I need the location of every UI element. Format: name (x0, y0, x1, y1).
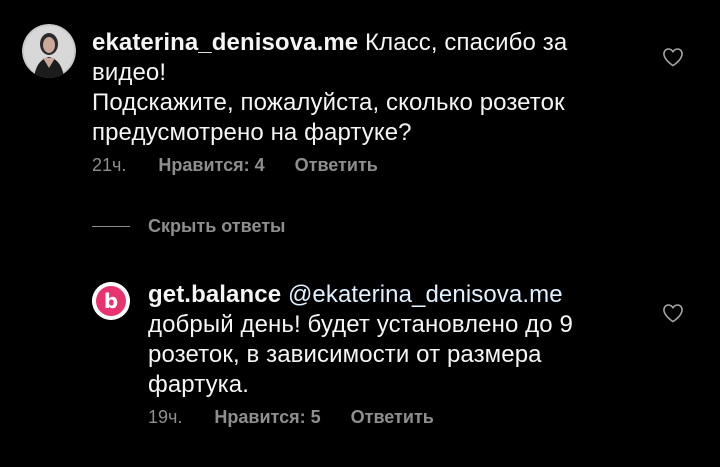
reply-text-line: розеток, в зависимости от размера (148, 341, 542, 368)
avatar-letter: b (104, 289, 118, 313)
reply-button[interactable]: Ответить (295, 155, 378, 176)
comment-username[interactable]: ekaterina_denisova.me (92, 29, 358, 56)
reply-button[interactable]: Ответить (351, 407, 434, 428)
heart-outline-icon[interactable] (662, 303, 684, 323)
reply-text: get.balance @ekaterina_denisova.me добры… (148, 280, 573, 400)
avatar[interactable] (22, 24, 76, 78)
reply-likes[interactable]: Нравится: 5 (214, 407, 320, 428)
comment-text-line: видео! (92, 59, 167, 86)
brand-logo-icon: b (92, 282, 130, 320)
comment-text: ekaterina_denisova.me Класс, спасибо за … (92, 28, 567, 148)
hide-replies-label: Скрыть ответы (148, 216, 286, 236)
comment-text-line: Класс, спасибо за (365, 29, 568, 56)
reply-text-line: фартука. (148, 371, 250, 398)
reply-username[interactable]: get.balance (148, 281, 281, 308)
reply-text-line: добрый день! будет установлено до 9 (148, 311, 573, 338)
comment-text-line: Подскажите, пожалуйста, сколько розеток (92, 89, 565, 116)
divider (92, 226, 130, 227)
profile-photo-icon (22, 24, 76, 78)
comment-likes[interactable]: Нравится: 4 (158, 155, 264, 176)
avatar[interactable]: b (92, 282, 130, 320)
comment-meta: 21ч. Нравится: 4 Ответить (92, 155, 378, 176)
reply-meta: 19ч. Нравится: 5 Ответить (148, 407, 434, 428)
comment-text-line: предусмотрено на фартуке? (92, 119, 412, 146)
heart-outline-icon[interactable] (662, 47, 684, 67)
comment-time: 21ч. (92, 155, 127, 175)
reply-mention[interactable]: @ekaterina_denisova.me (288, 281, 563, 308)
hide-replies-button[interactable]: Скрыть ответы (92, 216, 285, 237)
reply-time: 19ч. (148, 407, 183, 427)
